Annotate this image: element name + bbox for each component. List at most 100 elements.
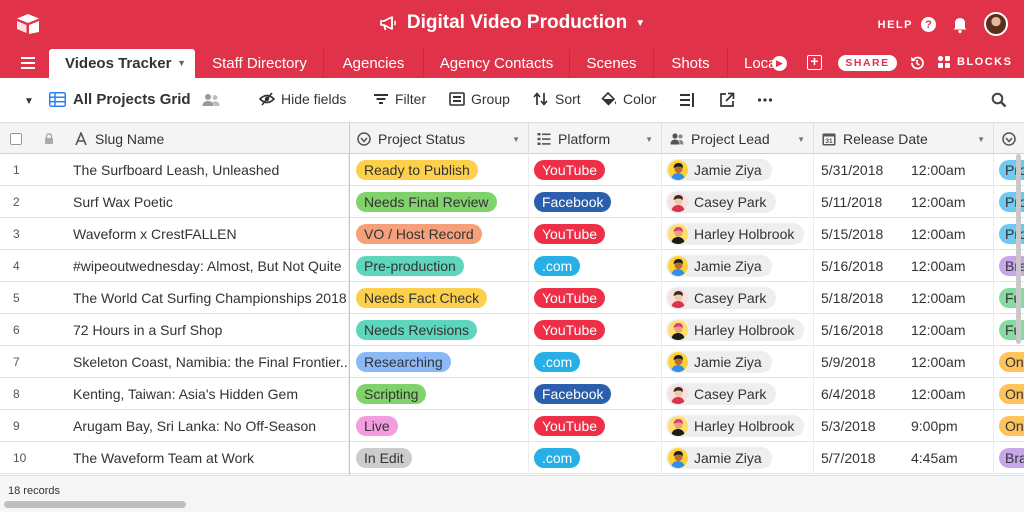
next-column-cell[interactable]: On <box>994 410 1024 442</box>
lead-cell[interactable]: Casey Park <box>662 282 814 314</box>
row-height-icon[interactable] <box>679 92 695 108</box>
platform-cell[interactable]: YouTube <box>529 154 662 186</box>
release-date-cell[interactable]: 5/16/2018 12:00am <box>814 314 994 346</box>
tab-videos-tracker[interactable]: Videos Tracker ▼ <box>49 49 195 78</box>
tab-shots[interactable]: Shots <box>654 49 728 78</box>
next-column-cell[interactable]: Bra <box>994 442 1024 474</box>
table-row[interactable]: 4 #wipeoutwednesday: Almost, But Not Quit… <box>0 250 1024 282</box>
table-row[interactable]: 8 Kenting, Taiwan: Asia's Hidden Gem Scrip… <box>0 378 1024 410</box>
platform-cell[interactable]: YouTube <box>529 282 662 314</box>
platform-cell[interactable]: YouTube <box>529 314 662 346</box>
release-date-cell[interactable]: 5/15/2018 12:00am <box>814 218 994 250</box>
help-button[interactable]: HELP ? <box>878 17 936 32</box>
column-header-slug[interactable]: Slug Name <box>66 123 349 154</box>
tab-agency-contacts[interactable]: Agency Contacts <box>424 49 570 78</box>
more-options-icon[interactable] <box>757 92 773 108</box>
status-cell[interactable]: Pre-production <box>349 250 529 282</box>
user-avatar[interactable] <box>984 12 1008 36</box>
status-cell[interactable]: Scripting <box>349 378 529 410</box>
lead-cell[interactable]: Jamie Ziya <box>662 250 814 282</box>
lead-cell[interactable]: Jamie Ziya <box>662 346 814 378</box>
table-row[interactable]: 9 Arugam Bay, Sri Lanka: No Off-Season Liv… <box>0 410 1024 442</box>
lead-cell[interactable]: Jamie Ziya <box>662 154 814 186</box>
status-cell[interactable]: Needs Revisions <box>349 314 529 346</box>
slug-cell[interactable]: Surf Wax Poetic <box>0 186 349 218</box>
release-date-cell[interactable]: 5/11/2018 12:00am <box>814 186 994 218</box>
vertical-scrollbar[interactable] <box>1016 154 1021 344</box>
platform-cell[interactable]: YouTube <box>529 410 662 442</box>
platform-cell[interactable]: .com <box>529 346 662 378</box>
lead-cell[interactable]: Harley Holbrook <box>662 410 814 442</box>
table-row[interactable]: 3 Waveform x CrestFALLEN VO / Host Record Y… <box>0 218 1024 250</box>
platform-cell[interactable]: Facebook <box>529 186 662 218</box>
lead-cell[interactable]: Harley Holbrook <box>662 218 814 250</box>
chevron-down-icon[interactable]: ▼ <box>177 58 186 68</box>
search-icon[interactable] <box>991 92 1007 108</box>
slug-cell[interactable]: The World Cat Surfing Championships 2018 <box>0 282 349 314</box>
bell-icon[interactable] <box>952 15 968 33</box>
tab-scenes[interactable]: Scenes <box>570 49 654 78</box>
slug-cell[interactable]: Skeleton Coast, Namibia: the Final Front… <box>0 346 349 378</box>
column-header-lead[interactable]: Project Lead ▼ <box>662 123 814 154</box>
slug-cell[interactable]: The Waveform Team at Work <box>0 442 349 474</box>
table-row[interactable]: 5 The World Cat Surfing Championships 201… <box>0 282 1024 314</box>
platform-cell[interactable]: .com <box>529 442 662 474</box>
share-button[interactable]: SHARE <box>838 55 897 71</box>
views-sidebar-toggle-icon[interactable]: ▼ <box>24 96 34 107</box>
status-cell[interactable]: VO / Host Record <box>349 218 529 250</box>
slug-cell[interactable]: Waveform x CrestFALLEN <box>0 218 349 250</box>
status-cell[interactable]: Live <box>349 410 529 442</box>
add-table-button[interactable]: + <box>807 54 822 70</box>
lead-cell[interactable]: Casey Park <box>662 186 814 218</box>
collaborators-icon[interactable] <box>202 93 220 107</box>
slug-cell[interactable]: 72 Hours in a Surf Shop <box>0 314 349 346</box>
sort-button[interactable]: Sort <box>533 91 581 107</box>
slug-cell[interactable]: #wipeoutwednesday: Almost, But Not Quite <box>0 250 349 282</box>
platform-cell[interactable]: YouTube <box>529 218 662 250</box>
status-cell[interactable]: Needs Fact Check <box>349 282 529 314</box>
slug-cell[interactable]: Kenting, Taiwan: Asia's Hidden Gem <box>0 378 349 410</box>
tab-agencies[interactable]: Agencies <box>324 49 424 78</box>
column-header-status[interactable]: Project Status ▼ <box>349 123 529 154</box>
chevron-down-icon[interactable]: ▼ <box>977 135 985 144</box>
slug-cell[interactable]: The Surfboard Leash, Unleashed <box>0 154 349 186</box>
hide-fields-button[interactable]: Hide fields <box>259 91 346 107</box>
view-name[interactable]: All Projects Grid <box>73 91 191 108</box>
frozen-column-divider[interactable] <box>349 123 350 512</box>
hamburger-menu-icon[interactable] <box>21 57 35 69</box>
release-date-cell[interactable]: 5/3/2018 9:00pm <box>814 410 994 442</box>
share-view-icon[interactable] <box>719 92 735 108</box>
table-row[interactable]: 10 The Waveform Team at Work In Edit .com Ja… <box>0 442 1024 474</box>
chevron-down-icon[interactable]: ▼ <box>797 135 805 144</box>
filter-button[interactable]: Filter <box>373 91 426 107</box>
table-row[interactable]: 7 Skeleton Coast, Namibia: the Final Fron… <box>0 346 1024 378</box>
platform-cell[interactable]: Facebook <box>529 378 662 410</box>
status-cell[interactable]: Needs Final Review <box>349 186 529 218</box>
column-header-platform[interactable]: Platform ▼ <box>529 123 662 154</box>
table-row[interactable]: 1 The Surfboard Leash, Unleashed Ready to … <box>0 154 1024 186</box>
horizontal-scrollbar[interactable] <box>4 501 186 508</box>
column-header-release-date[interactable]: 31 Release Date ▼ <box>814 123 994 154</box>
next-column-cell[interactable]: On <box>994 378 1024 410</box>
group-button[interactable]: Group <box>449 91 510 107</box>
lead-cell[interactable]: Casey Park <box>662 378 814 410</box>
lead-cell[interactable]: Jamie Ziya <box>662 442 814 474</box>
release-date-cell[interactable]: 5/7/2018 4:45am <box>814 442 994 474</box>
next-column-cell[interactable]: On <box>994 346 1024 378</box>
release-date-cell[interactable]: 5/31/2018 12:00am <box>814 154 994 186</box>
table-row[interactable]: 2 Surf Wax Poetic Needs Final Review Facebo… <box>0 186 1024 218</box>
status-cell[interactable]: In Edit <box>349 442 529 474</box>
color-button[interactable]: Color <box>601 91 656 107</box>
lead-cell[interactable]: Harley Holbrook <box>662 314 814 346</box>
status-cell[interactable]: Researching <box>349 346 529 378</box>
column-header-next[interactable]: S <box>994 123 1024 154</box>
release-date-cell[interactable]: 5/18/2018 12:00am <box>814 282 994 314</box>
tab-staff-directory[interactable]: Staff Directory <box>196 49 324 78</box>
select-all-checkbox[interactable] <box>10 132 22 145</box>
table-row[interactable]: 6 72 Hours in a Surf Shop Needs Revisions Y… <box>0 314 1024 346</box>
chevron-down-icon[interactable]: ▼ <box>645 135 653 144</box>
scroll-tabs-right-icon[interactable]: ▶ <box>772 56 787 71</box>
platform-cell[interactable]: .com <box>529 250 662 282</box>
base-title-button[interactable]: Digital Video Production ▼ <box>379 12 645 34</box>
blocks-button[interactable]: BLOCKS <box>937 55 1012 69</box>
